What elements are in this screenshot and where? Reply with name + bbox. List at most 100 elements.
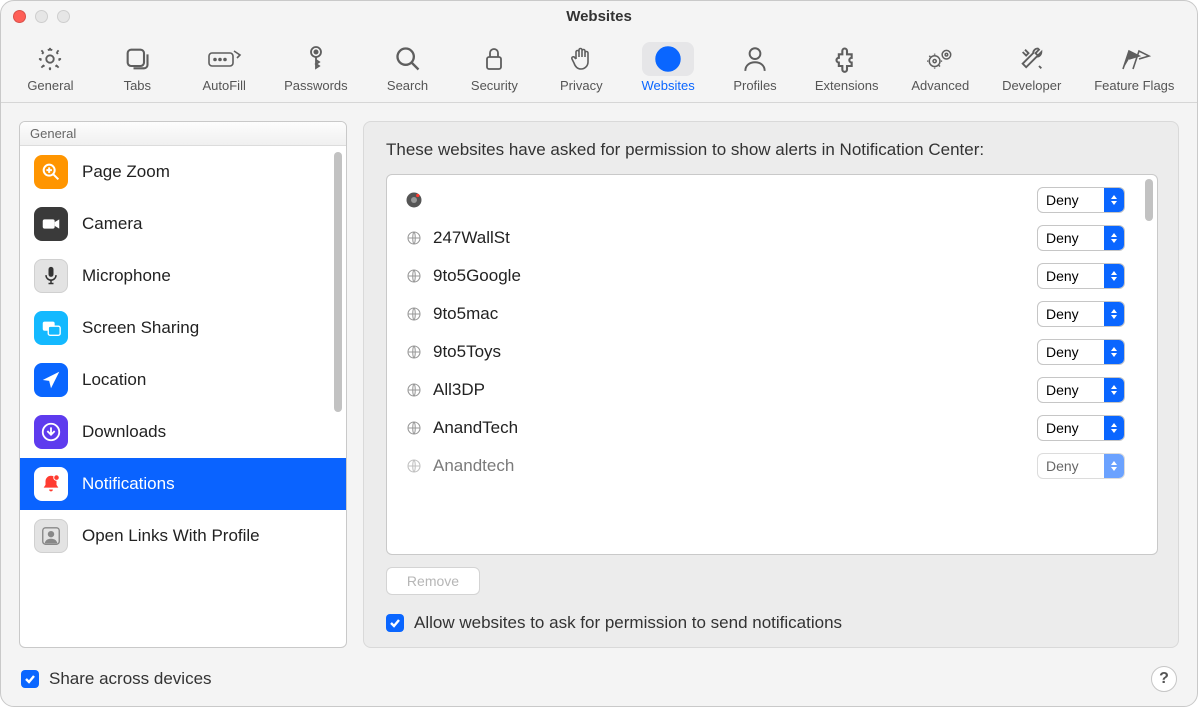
camera-icon [34,207,68,241]
dropdown-arrow-icon [1104,226,1124,250]
toolbar-label: Security [471,78,518,93]
site-name: All3DP [433,380,1027,400]
gear-icon [24,42,76,76]
sidebar-item-location[interactable]: Location [20,354,346,406]
sidebar-item-camera[interactable]: Camera [20,198,346,250]
zoom-icon [34,155,68,189]
search-icon [382,42,434,76]
prefs-toolbar: General Tabs AutoFill Passwords Search S… [1,31,1197,103]
toolbar-label: Websites [642,78,695,93]
location-icon [34,363,68,397]
tools-icon [1006,42,1058,76]
site-name: 247WallSt [433,228,1027,248]
toolbar-tabs[interactable]: Tabs [102,37,172,98]
globe-favicon [405,267,423,285]
help-button[interactable]: ? [1151,666,1177,692]
dropdown-arrow-icon [1104,340,1124,364]
sidebar-item-screen-sharing[interactable]: Screen Sharing [20,302,346,354]
toolbar-autofill[interactable]: AutoFill [189,37,259,98]
toolbar-privacy[interactable]: Privacy [546,37,616,98]
allow-notifications-row: Allow websites to ask for permission to … [386,613,1158,633]
toolbar-label: Extensions [815,78,879,93]
dropdown-arrow-icon [1104,454,1124,478]
gear-favicon [405,191,423,209]
site-row[interactable]: Deny [387,181,1141,219]
footer-bar: Share across devices ? [1,666,1197,706]
bell-icon [34,467,68,501]
share-across-devices-checkbox[interactable] [21,670,39,688]
main-panel: These websites have asked for permission… [363,121,1179,648]
share-across-devices-row: Share across devices [21,669,212,689]
profile-icon [34,519,68,553]
site-name: 9to5Toys [433,342,1027,362]
remove-button[interactable]: Remove [386,567,480,595]
category-sidebar: General Page Zoom Camera Microphone Scre… [19,121,347,648]
globe-icon [642,42,694,76]
site-row[interactable]: AnandTech Deny [387,409,1141,447]
permission-dropdown[interactable]: Deny [1037,263,1125,289]
permission-dropdown[interactable]: Deny [1037,187,1125,213]
key-icon [290,42,342,76]
toolbar-general[interactable]: General [15,37,85,98]
globe-favicon [405,343,423,361]
toolbar-label: Advanced [911,78,969,93]
toolbar-security[interactable]: Security [459,37,529,98]
lock-icon [468,42,520,76]
toolbar-extensions[interactable]: Extensions [807,37,887,98]
flags-icon [1108,42,1160,76]
permission-dropdown[interactable]: Deny [1037,377,1125,403]
toolbar-websites[interactable]: Websites [633,37,703,98]
sidebar-item-page-zoom[interactable]: Page Zoom [20,146,346,198]
allow-notifications-label: Allow websites to ask for permission to … [414,613,842,633]
toolbar-passwords[interactable]: Passwords [276,37,356,98]
toolbar-advanced[interactable]: Advanced [903,37,977,98]
sidebar-item-label: Microphone [82,266,171,286]
sidebar-item-label: Notifications [82,474,175,494]
permission-dropdown[interactable]: Deny [1037,225,1125,251]
toolbar-label: Search [387,78,428,93]
sidebar-item-open-links[interactable]: Open Links With Profile [20,510,346,562]
tabs-icon [111,42,163,76]
globe-favicon [405,229,423,247]
site-row[interactable]: 9to5Google Deny [387,257,1141,295]
permission-dropdown[interactable]: Deny [1037,339,1125,365]
titlebar: Websites [1,1,1197,31]
share-across-devices-label: Share across devices [49,669,212,689]
site-row[interactable]: 9to5mac Deny [387,295,1141,333]
permission-dropdown[interactable]: Deny [1037,415,1125,441]
sidebar-item-downloads[interactable]: Downloads [20,406,346,458]
sidebar-item-microphone[interactable]: Microphone [20,250,346,302]
permission-dropdown[interactable]: Deny [1037,453,1125,479]
toolbar-label: AutoFill [203,78,246,93]
table-scrollbar-thumb[interactable] [1145,179,1153,221]
allow-notifications-checkbox[interactable] [386,614,404,632]
sidebar-item-notifications[interactable]: Notifications [20,458,346,510]
dropdown-arrow-icon [1104,302,1124,326]
site-row[interactable]: Anandtech Deny [387,447,1141,485]
site-row[interactable]: All3DP Deny [387,371,1141,409]
toolbar-feature-flags[interactable]: Feature Flags [1086,37,1182,98]
globe-favicon [405,305,423,323]
site-name: AnandTech [433,418,1027,438]
preferences-window: Websites General Tabs AutoFill Passwords… [0,0,1198,707]
table-scrollbar-track[interactable] [1141,175,1157,554]
main-heading: These websites have asked for permission… [386,140,1158,160]
site-name: Anandtech [433,456,1027,476]
site-row[interactable]: 247WallSt Deny [387,219,1141,257]
sidebar-scrollbar[interactable] [334,152,342,412]
site-row[interactable]: 9to5Toys Deny [387,333,1141,371]
toolbar-search[interactable]: Search [373,37,443,98]
mic-icon [34,259,68,293]
toolbar-label: Tabs [124,78,151,93]
toolbar-label: General [27,78,73,93]
permission-dropdown[interactable]: Deny [1037,301,1125,327]
globe-favicon [405,457,423,475]
toolbar-label: Profiles [733,78,776,93]
toolbar-profiles[interactable]: Profiles [720,37,790,98]
toolbar-developer[interactable]: Developer [994,37,1069,98]
sidebar-item-label: Open Links With Profile [82,526,260,546]
gears-icon [914,42,966,76]
toolbar-label: Feature Flags [1094,78,1174,93]
sidebar-item-label: Camera [82,214,142,234]
sidebar-list: Page Zoom Camera Microphone Screen Shari… [20,146,346,647]
